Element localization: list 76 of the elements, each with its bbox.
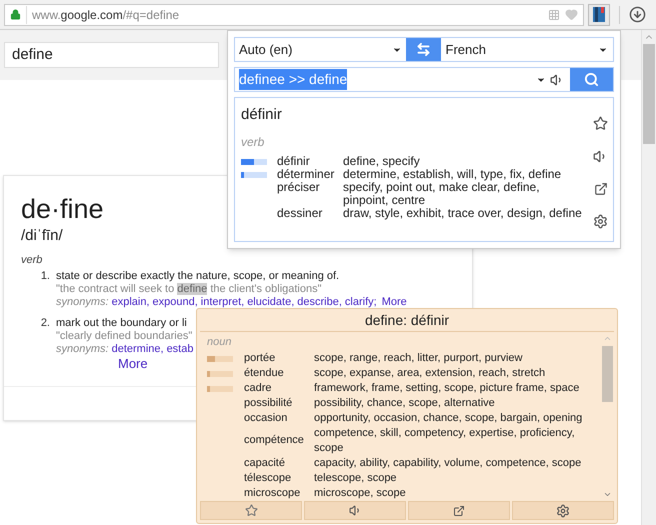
translation-word: étendue: [244, 366, 285, 380]
translation-meanings: capacity, ability, capability, volume, competence, scope: [314, 456, 582, 470]
grid-icon[interactable]: [548, 8, 560, 20]
translation-meanings: scope, expanse, area, extension, reach, stretch: [314, 366, 546, 380]
sense-number: 1.: [40, 270, 51, 284]
translation-word: déterminer: [277, 168, 336, 180]
address-bar[interactable]: www.google.com/#q=define: [4, 4, 584, 26]
synonym-link[interactable]: interpret,: [200, 296, 244, 308]
definition-text: state or describe exactly the nature, scope, or meaning of.: [56, 270, 340, 282]
url-text: www.google.com/#q=define: [26, 6, 180, 24]
translation-meanings: possibility, chance, scope, alternative: [314, 396, 496, 410]
synonyms-label: synonyms:: [56, 342, 109, 356]
settings-icon[interactable]: [593, 214, 608, 229]
search-field[interactable]: define: [4, 42, 219, 68]
translation-word: compétence: [244, 433, 305, 448]
scrollbar[interactable]: [641, 30, 656, 525]
translation-word: capacité: [244, 456, 286, 470]
translation-meanings: scope, range, reach, litter, purport, purview: [314, 350, 524, 366]
synonym-link[interactable]: explain,: [112, 296, 150, 308]
translation-word: préciser: [277, 180, 321, 196]
translation-meanings: microscope, scope: [314, 486, 407, 500]
translation-word: occasion: [244, 410, 288, 426]
frequency-bar: [207, 370, 233, 376]
frequency-bar: [241, 158, 267, 164]
translation-word: cadre: [244, 380, 273, 396]
synonyms-label: synonyms:: [56, 296, 109, 308]
result-title: définir: [241, 105, 283, 125]
translation-meanings: define, specify: [343, 154, 421, 168]
scroll-down-icon[interactable]: [602, 490, 612, 499]
sense-number: 2.: [40, 316, 51, 330]
synonym-link[interactable]: describe,: [297, 296, 342, 308]
headword: de·fine: [21, 194, 104, 224]
settings-button[interactable]: [512, 501, 614, 520]
translation-meanings: opportunity, occasion, chance, scope, bargain, opening: [314, 410, 584, 426]
more-link[interactable]: More: [382, 296, 407, 308]
lock-icon: [10, 9, 21, 20]
speaker-icon: [348, 504, 362, 517]
synonym-link[interactable]: expound,: [152, 296, 198, 308]
example-text: "the contract will seek to define the client's obligations": [56, 282, 323, 296]
external-link-icon[interactable]: [594, 182, 608, 196]
translation-word: microscope: [244, 486, 302, 500]
example-text: "clearly defined boundaries": [56, 330, 194, 342]
translation-word: télescope: [244, 470, 292, 486]
popup-title: define: définir: [200, 309, 614, 332]
part-of-speech: verb: [241, 134, 266, 150]
frequency-bar: [207, 356, 233, 362]
download-icon[interactable]: [629, 6, 646, 23]
scrollbar-thumb[interactable]: [602, 346, 612, 402]
part-of-speech: verb: [21, 253, 44, 268]
synonym-link[interactable]: determine,: [112, 342, 164, 356]
translation-meanings: framework, frame, setting, scope, picture frame, space: [314, 380, 580, 396]
frequency-bar: [207, 386, 233, 392]
star-icon: [244, 504, 258, 517]
book-icon: [593, 7, 605, 22]
heart-icon[interactable]: [565, 8, 578, 21]
settings-icon: [556, 504, 570, 518]
frequency-bar: [241, 172, 267, 178]
star-icon[interactable]: [593, 116, 608, 131]
translation-word: définir: [277, 154, 311, 168]
scrollbar-thumb[interactable]: [643, 44, 655, 144]
synonym-link[interactable]: estab: [166, 342, 194, 356]
translation-word: portée: [244, 350, 276, 366]
definition-text: mark out the boundary or li: [56, 316, 188, 330]
more-link[interactable]: More: [118, 356, 196, 370]
translation-word: dessiner: [277, 206, 324, 220]
part-of-speech: noun: [207, 335, 232, 350]
external-link-icon: [453, 504, 465, 516]
translation-meanings: draw, style, exhibit, trace over, design, define: [343, 206, 583, 220]
translation-meanings: determine, establish, will, type, fix, define: [343, 168, 562, 180]
pronunciation: /diˈfīn/: [21, 226, 64, 246]
extension-button[interactable]: [588, 4, 610, 26]
translation-meanings: telescope, scope: [314, 470, 398, 486]
translation-word: possibilité: [244, 396, 294, 410]
synonym-link[interactable]: clarify;: [344, 296, 377, 308]
star-button[interactable]: [200, 501, 302, 520]
synonym-link[interactable]: elucidate,: [247, 296, 294, 308]
